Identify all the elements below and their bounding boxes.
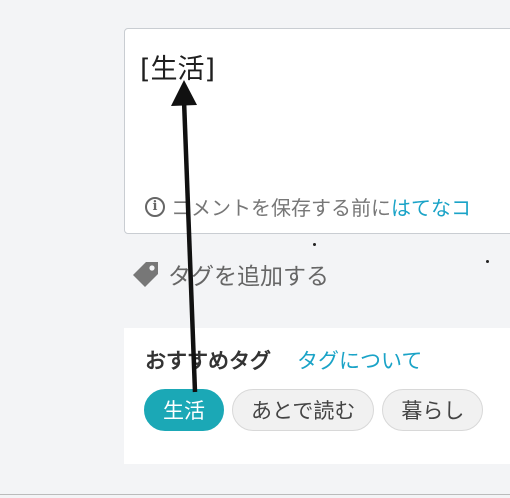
stray-dot <box>313 243 316 246</box>
recommended-tags-title: おすすめタグ <box>145 349 271 373</box>
tag-chip-list: 生活 あとで読む 暮らし <box>144 389 491 431</box>
comment-textarea[interactable]: [生活] i コメントを保存する前に はてなコ <box>124 28 510 234</box>
tag-chip-seikatsu[interactable]: 生活 <box>144 389 224 431</box>
info-icon: i <box>145 196 165 217</box>
recommended-tags-header: おすすめタグ タグについて <box>145 345 422 375</box>
add-tag-label: タグを追加する <box>168 264 329 290</box>
comment-note: i コメントを保存する前に はてなコ <box>145 192 471 221</box>
recommended-tags-panel: おすすめタグ タグについて 生活 あとで読む 暮らし <box>124 328 510 464</box>
tag-icon <box>132 260 160 288</box>
add-tag-button[interactable]: タグを追加する <box>132 257 329 291</box>
about-tags-link[interactable]: タグについて <box>297 345 422 375</box>
hatena-link[interactable]: はてなコ <box>391 192 471 221</box>
tag-chip-kurashi[interactable]: 暮らし <box>382 389 484 431</box>
comment-text: [生活] <box>140 54 216 85</box>
stray-dot <box>486 260 489 263</box>
tag-chip-atodeyomu[interactable]: あとで読む <box>232 389 375 431</box>
bottom-divider <box>0 494 510 495</box>
note-text: コメントを保存する前に <box>171 196 391 220</box>
